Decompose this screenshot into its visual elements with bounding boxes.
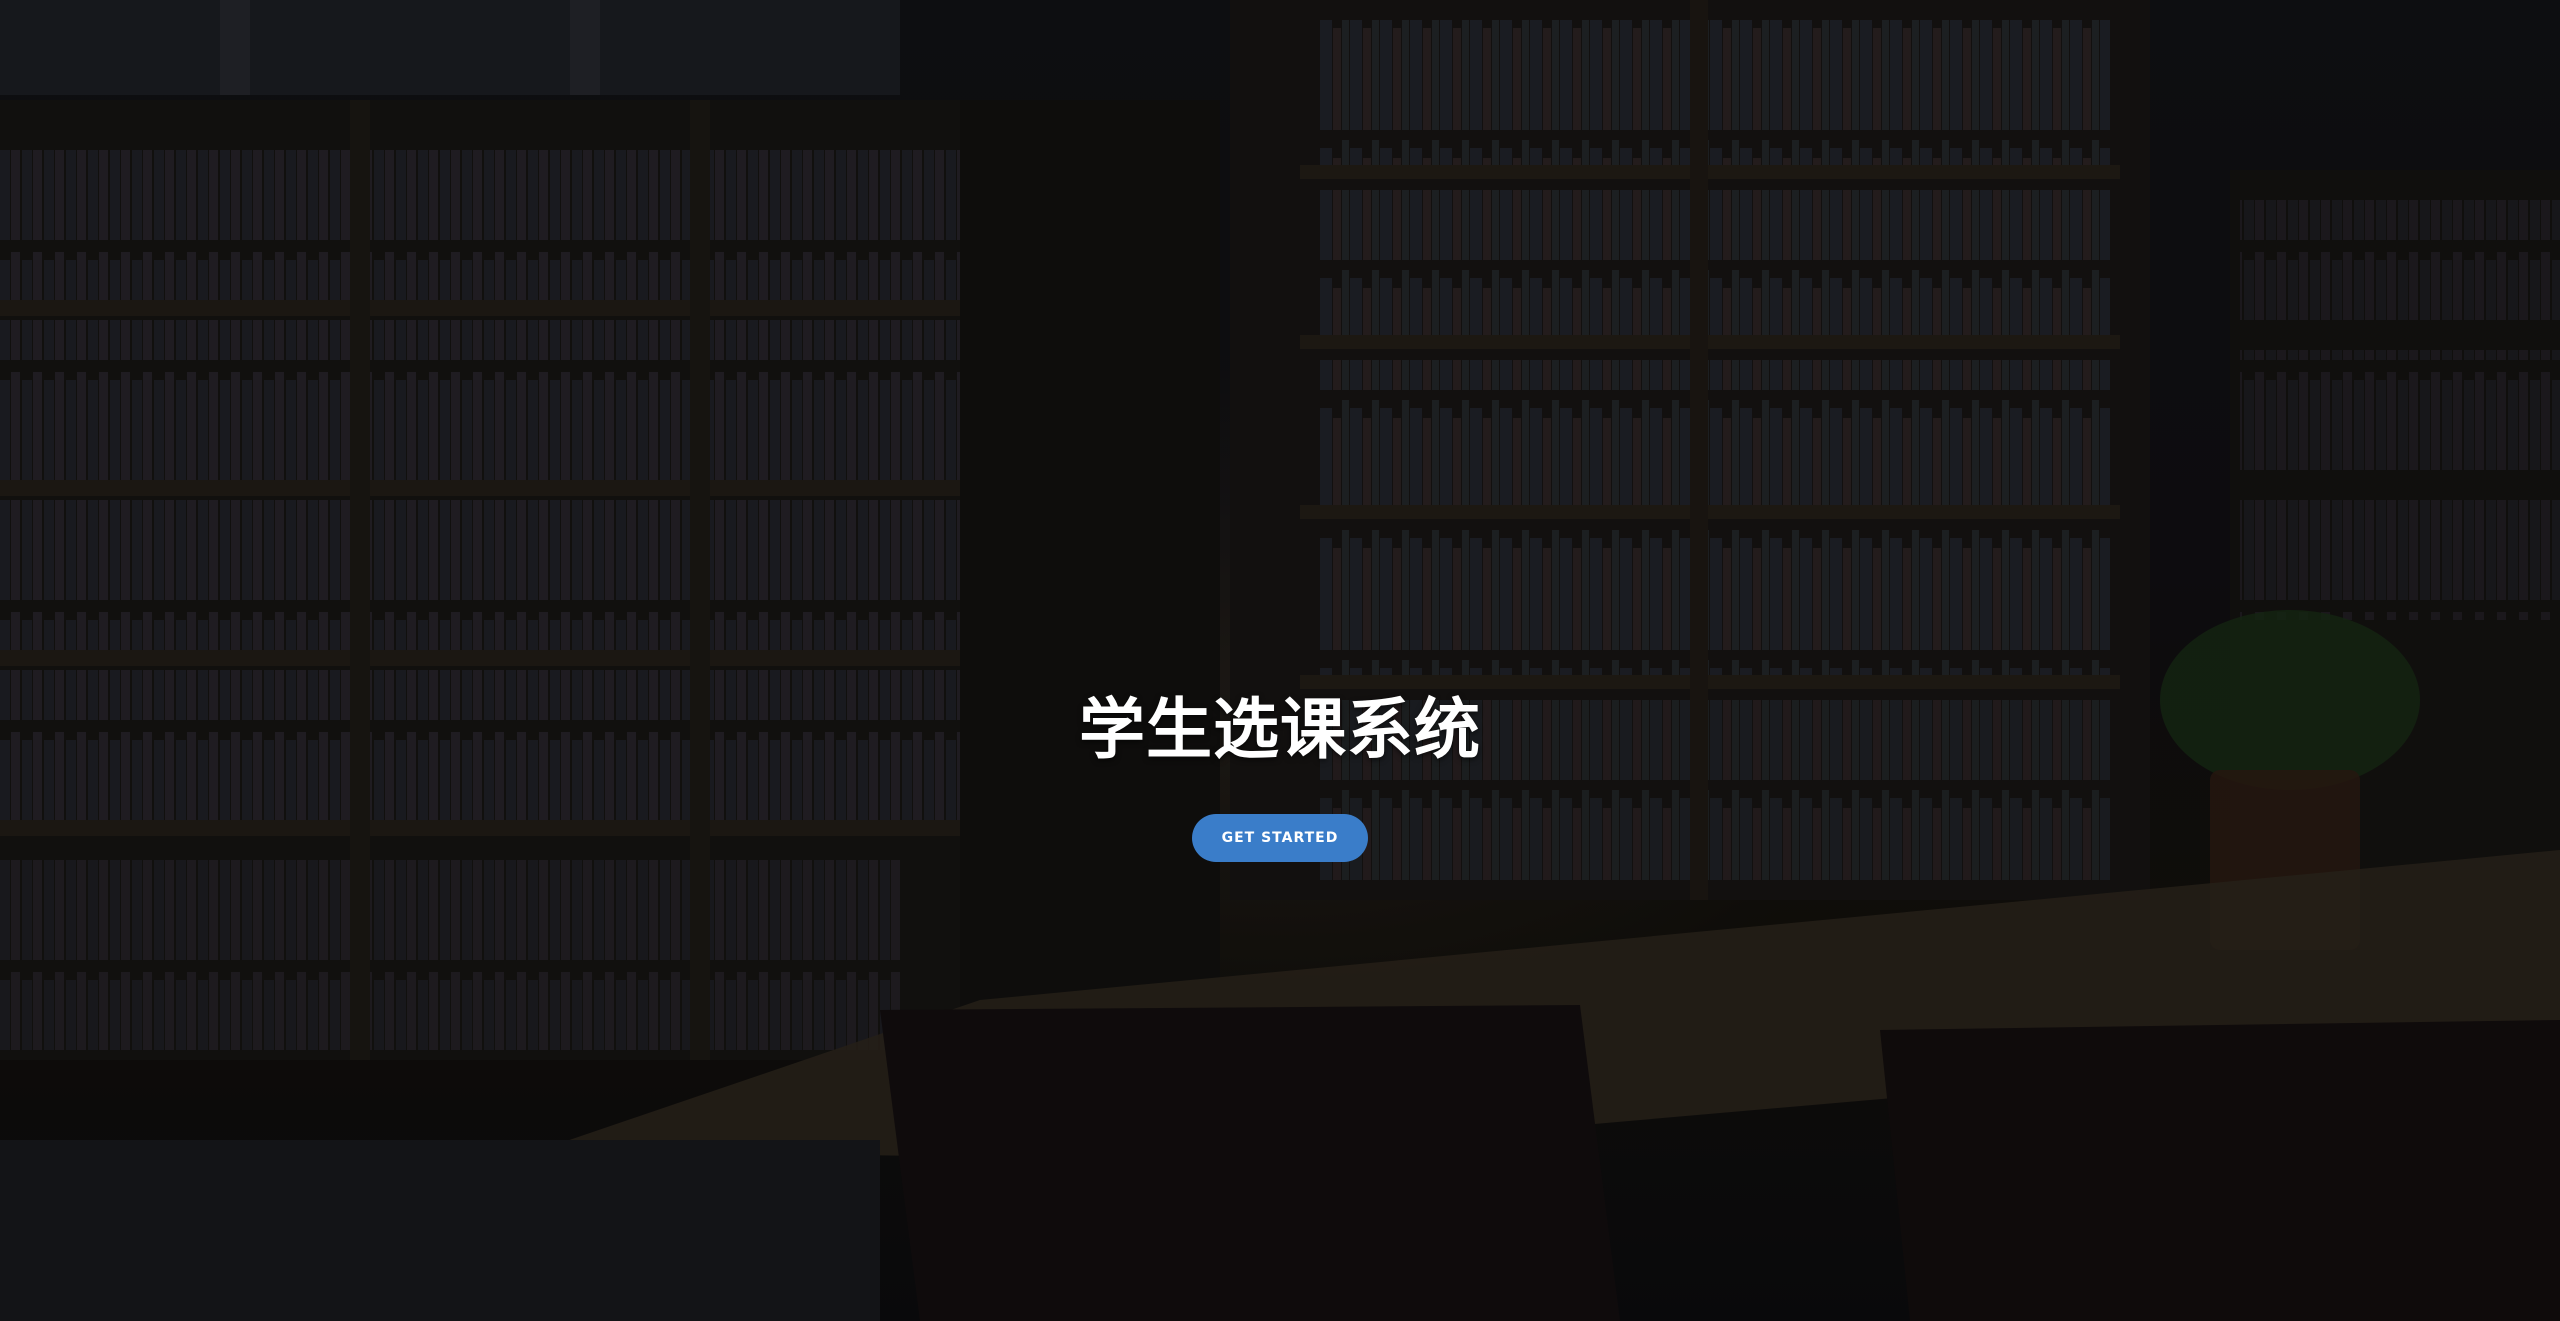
hero-content: 学生选课系统 GET STARTED	[0, 690, 2560, 862]
page-title: 学生选课系统	[1079, 691, 1481, 768]
hero-section: 学生选课系统 GET STARTED	[0, 0, 2560, 1321]
dark-overlay	[0, 0, 2560, 1321]
get-started-button[interactable]: GET STARTED	[1191, 814, 1369, 862]
